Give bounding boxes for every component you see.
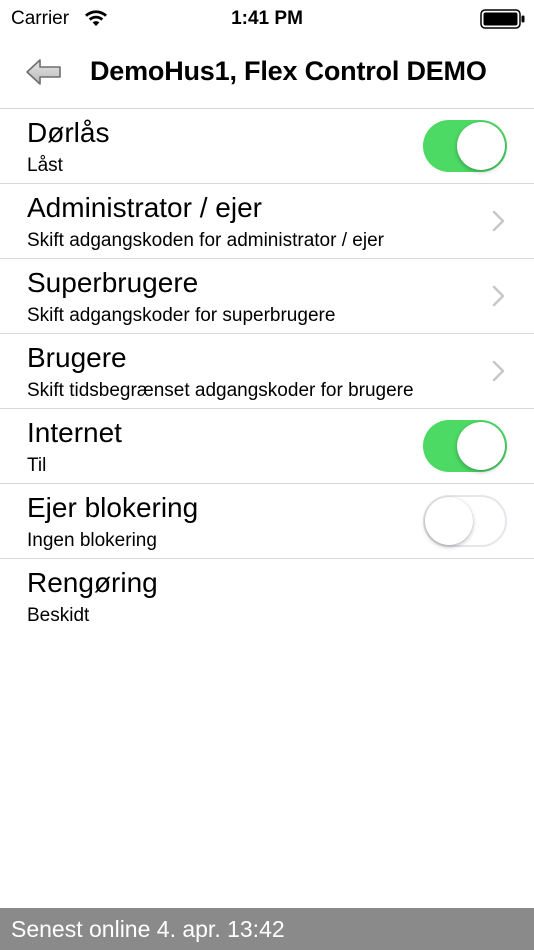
chevron-right-icon	[492, 360, 505, 382]
last-online-label: Senest online 4. apr. 13:42	[11, 916, 285, 942]
toggle-knob	[457, 422, 505, 470]
toggle-knob	[457, 122, 505, 170]
status-time: 1:41 PM	[231, 8, 303, 29]
door-lock-toggle[interactable]	[423, 120, 507, 172]
row-title: Brugere	[27, 342, 127, 373]
row-title: Rengøring	[27, 567, 158, 598]
row-administrator[interactable]: Administrator / ejer Skift adgangskoden …	[0, 184, 534, 259]
back-arrow-icon[interactable]	[24, 56, 64, 88]
chevron-right-icon	[492, 285, 505, 307]
internet-toggle[interactable]	[423, 420, 507, 472]
navigation-bar: DemoHus1, Flex Control DEMO	[0, 38, 534, 109]
page-title: DemoHus1, Flex Control DEMO	[90, 56, 487, 86]
row-title: Administrator / ejer	[27, 192, 262, 223]
row-subtitle: Til	[27, 455, 47, 476]
footer-status-bar: Senest online 4. apr. 13:42	[0, 908, 534, 950]
row-subtitle: Skift tidsbegrænset adgangskoder for bru…	[27, 380, 414, 401]
row-title: Ejer blokering	[27, 492, 199, 523]
row-subtitle: Beskidt	[27, 605, 90, 626]
row-door-lock: Dørlås Låst	[0, 109, 534, 184]
toggle-knob	[425, 497, 473, 545]
row-subtitle: Ingen blokering	[27, 530, 157, 551]
owner-block-toggle[interactable]	[423, 495, 507, 547]
row-title: Internet	[27, 417, 122, 448]
row-subtitle: Skift adgangskoder for superbrugere	[27, 305, 336, 326]
row-subtitle: Skift adgangskoden for administrator / e…	[27, 230, 384, 251]
row-users[interactable]: Brugere Skift tidsbegrænset adgangskoder…	[0, 334, 534, 409]
row-cleaning[interactable]: Rengøring Beskidt	[0, 559, 534, 633]
row-title: Superbrugere	[27, 267, 199, 298]
status-bar: Carrier 1:41 PM	[0, 0, 534, 38]
row-title: Dørlås	[27, 117, 110, 148]
chevron-right-icon	[492, 210, 505, 232]
row-subtitle: Låst	[27, 155, 63, 176]
settings-list: Dørlås Låst Administrator / ejer Skift a…	[0, 109, 534, 633]
row-internet: Internet Til	[0, 409, 534, 484]
row-owner-block: Ejer blokering Ingen blokering	[0, 484, 534, 559]
row-superusers[interactable]: Superbrugere Skift adgangskoder for supe…	[0, 259, 534, 334]
battery-icon	[480, 9, 525, 29]
